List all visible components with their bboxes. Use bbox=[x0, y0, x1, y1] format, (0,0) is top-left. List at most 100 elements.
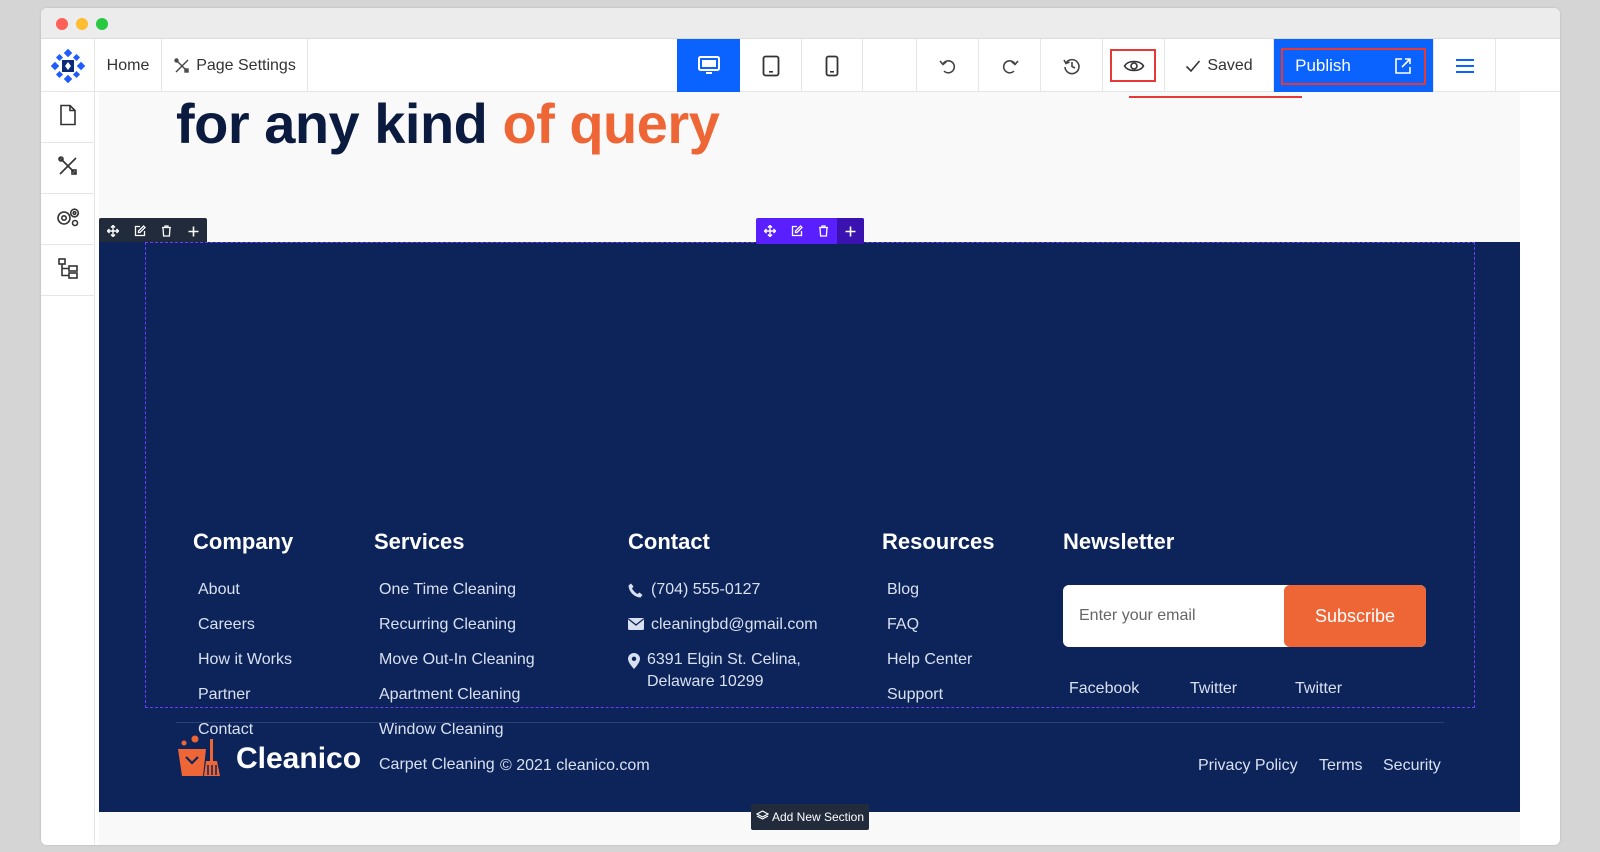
menu-button[interactable] bbox=[1434, 39, 1496, 92]
footer-column-resources: Resources Blog FAQ Help Center Support bbox=[882, 529, 995, 719]
page-settings-label: Page Settings bbox=[196, 56, 296, 74]
tablet-icon bbox=[762, 55, 780, 77]
footer-link[interactable]: Recurring Cleaning bbox=[374, 614, 535, 649]
move-row-button[interactable] bbox=[756, 218, 783, 244]
hero-heading[interactable]: for any kind of query bbox=[176, 92, 720, 156]
delete-section-button[interactable] bbox=[153, 218, 180, 244]
open-external-button[interactable] bbox=[1372, 39, 1434, 92]
sidebar-item-pages[interactable] bbox=[41, 92, 94, 143]
contact-phone[interactable]: (704) 555-0127 bbox=[628, 579, 818, 614]
resources-heading: Resources bbox=[882, 529, 995, 554]
subscribe-button[interactable]: Subscribe bbox=[1284, 585, 1426, 647]
map-pin-icon bbox=[628, 649, 640, 701]
edit-section-button[interactable] bbox=[126, 218, 153, 244]
footer-link[interactable]: About bbox=[193, 579, 293, 614]
publish-button[interactable]: Publish bbox=[1274, 39, 1372, 92]
copyright-text: © 2021 cleanico.com bbox=[500, 757, 650, 774]
footer-link[interactable]: Partner bbox=[193, 684, 293, 719]
editor-toolbar: Home Page Settings Saved Publish bbox=[41, 39, 1560, 92]
section-toolbar bbox=[99, 218, 207, 244]
minimize-window-button[interactable] bbox=[76, 18, 88, 30]
mobile-view-button[interactable] bbox=[802, 39, 863, 92]
footer-brand[interactable]: Cleanico bbox=[176, 735, 361, 782]
footer-column-contact: Contact (704) 555-0127 cleaningbd@gmail.… bbox=[628, 529, 818, 701]
security-link[interactable]: Security bbox=[1383, 757, 1441, 775]
history-icon bbox=[1062, 56, 1082, 76]
footer-link[interactable]: Apartment Cleaning bbox=[374, 684, 535, 719]
home-label: Home bbox=[106, 56, 150, 74]
redo-button[interactable] bbox=[979, 39, 1041, 92]
tools-icon bbox=[57, 155, 79, 182]
footer-link[interactable]: Help Center bbox=[882, 649, 995, 684]
add-row-button[interactable] bbox=[837, 218, 864, 244]
company-heading: Company bbox=[193, 529, 294, 554]
history-button[interactable] bbox=[1041, 39, 1103, 92]
contact-phone-text: (704) 555-0127 bbox=[651, 581, 761, 598]
footer-link[interactable]: Support bbox=[882, 684, 995, 719]
browser-window: Home Page Settings Saved Publish for any… bbox=[41, 8, 1560, 845]
close-window-button[interactable] bbox=[56, 18, 68, 30]
contact-heading: Contact bbox=[628, 529, 710, 554]
footer-link[interactable]: Careers bbox=[193, 614, 293, 649]
sidebar-item-settings[interactable] bbox=[41, 194, 94, 245]
page-settings-button[interactable]: Page Settings bbox=[162, 39, 308, 92]
tablet-view-button[interactable] bbox=[740, 39, 802, 92]
contact-address-text: 6391 Elgin St. Celina, Delaware 10299 bbox=[647, 651, 801, 690]
newsletter-email-input[interactable]: Enter your email bbox=[1079, 585, 1196, 647]
move-section-button[interactable] bbox=[99, 218, 126, 244]
footer-link[interactable]: How it Works bbox=[193, 649, 293, 684]
undo-button[interactable] bbox=[917, 39, 979, 92]
desktop-view-button[interactable] bbox=[677, 39, 740, 92]
footer-link[interactable]: Blog bbox=[882, 579, 995, 614]
social-link-twitter[interactable]: Twitter bbox=[1190, 680, 1237, 698]
home-tab[interactable]: Home bbox=[95, 39, 162, 92]
saved-status: Saved bbox=[1165, 39, 1274, 92]
social-link-twitter-2[interactable]: Twitter bbox=[1295, 680, 1342, 698]
footer-divider bbox=[176, 722, 1444, 723]
eye-icon bbox=[1123, 58, 1145, 74]
maximize-window-button[interactable] bbox=[96, 18, 108, 30]
social-link-facebook[interactable]: Facebook bbox=[1069, 680, 1139, 698]
publish-label: Publish bbox=[1295, 55, 1351, 75]
add-layer-icon bbox=[755, 810, 770, 824]
saved-label: Saved bbox=[1207, 56, 1253, 74]
sidebar-item-layers[interactable] bbox=[41, 245, 94, 296]
contact-email[interactable]: cleaningbd@gmail.com bbox=[628, 614, 818, 649]
editor-canvas: for any kind of query Company About Care… bbox=[99, 92, 1520, 845]
add-section-button[interactable] bbox=[180, 218, 207, 244]
gears-icon bbox=[55, 206, 81, 233]
hamburger-menu-icon bbox=[1455, 58, 1474, 73]
footer-column-company: Company About Careers How it Works Partn… bbox=[193, 529, 293, 754]
privacy-policy-link[interactable]: Privacy Policy bbox=[1198, 757, 1298, 775]
red-underline-marker bbox=[1129, 96, 1302, 98]
footer-column-newsletter: Newsletter bbox=[1063, 529, 1174, 579]
newsletter-heading: Newsletter bbox=[1063, 529, 1175, 554]
undo-icon bbox=[938, 56, 958, 76]
builder-logo-icon[interactable] bbox=[41, 39, 95, 92]
sitemap-icon bbox=[57, 257, 79, 284]
toolbar-spacer bbox=[863, 39, 917, 92]
add-new-section-button[interactable]: Add New Section bbox=[751, 804, 869, 830]
services-heading: Services bbox=[374, 529, 465, 554]
preview-button[interactable] bbox=[1103, 39, 1165, 92]
envelope-icon bbox=[628, 614, 644, 649]
cleanico-logo-icon bbox=[176, 735, 222, 782]
checkmark-icon bbox=[1185, 59, 1201, 73]
edit-row-button[interactable] bbox=[783, 218, 810, 244]
contact-address: 6391 Elgin St. Celina, Delaware 10299 bbox=[628, 649, 818, 701]
add-new-section-label: Add New Section bbox=[771, 810, 865, 824]
footer-link[interactable]: Window Cleaning bbox=[374, 719, 535, 754]
terms-link[interactable]: Terms bbox=[1319, 757, 1363, 775]
window-titlebar bbox=[41, 8, 1560, 39]
contact-email-text: cleaningbd@gmail.com bbox=[651, 616, 818, 633]
footer-link[interactable]: One Time Cleaning bbox=[374, 579, 535, 614]
redo-icon bbox=[1000, 56, 1020, 76]
sidebar-item-design[interactable] bbox=[41, 143, 94, 194]
footer-section[interactable]: Company About Careers How it Works Partn… bbox=[99, 242, 1520, 812]
footer-link[interactable]: Move Out-In Cleaning bbox=[374, 649, 535, 684]
footer-link[interactable]: FAQ bbox=[882, 614, 995, 649]
left-sidebar bbox=[41, 92, 95, 845]
newsletter-form: Enter your email Subscribe bbox=[1063, 585, 1426, 647]
delete-row-button[interactable] bbox=[810, 218, 837, 244]
brand-name: Cleanico bbox=[236, 741, 362, 775]
